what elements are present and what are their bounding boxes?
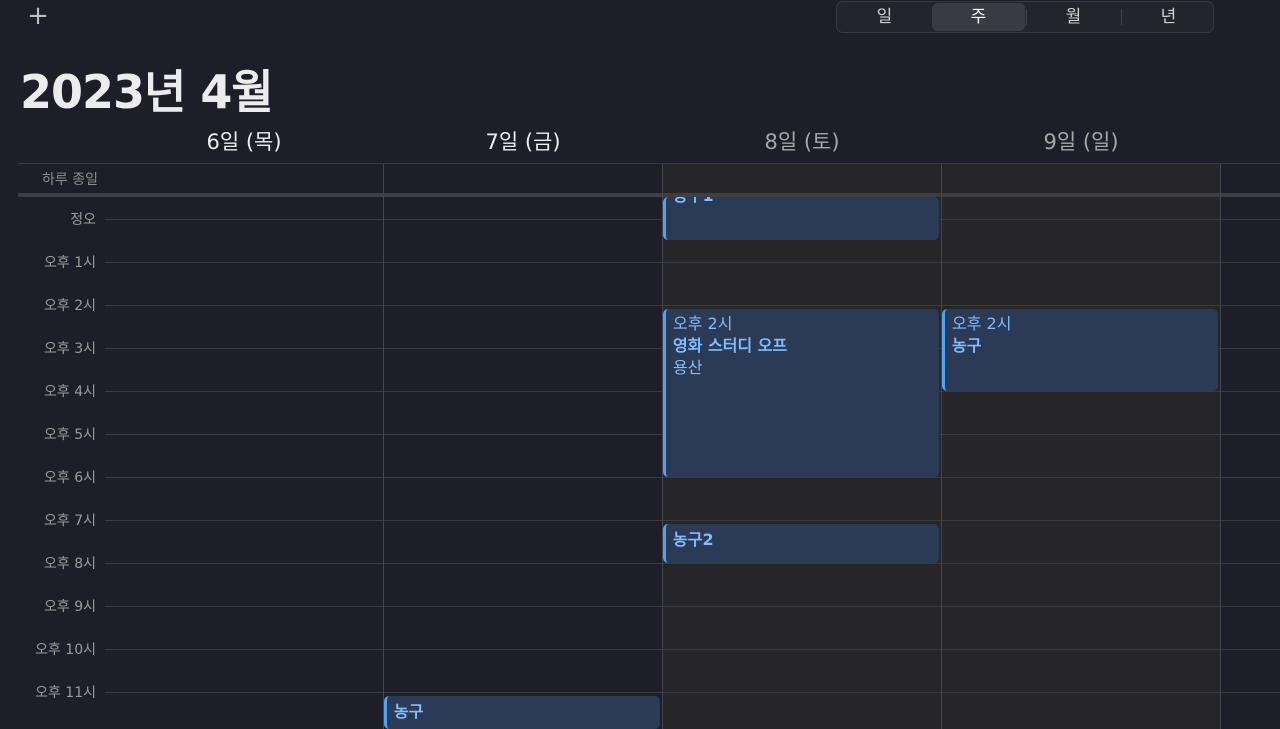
hour-line xyxy=(105,649,1280,650)
hour-line xyxy=(105,477,1280,478)
hour-line xyxy=(105,262,1280,263)
header-divider xyxy=(18,163,1280,164)
event-location: 용산 xyxy=(673,358,703,377)
hour-line xyxy=(105,563,1280,564)
hour-label: 오후 11시 xyxy=(35,685,96,701)
hour-label: 오후 8시 xyxy=(44,556,96,572)
hour-line xyxy=(105,305,1280,306)
event-title: 농구1 xyxy=(673,197,932,207)
all-day-divider xyxy=(18,193,1280,197)
tab-year[interactable]: 년 xyxy=(1122,3,1215,31)
event-time: 오후 2시 xyxy=(952,314,1012,333)
hour-label: 오후 7시 xyxy=(44,513,96,529)
day-divider xyxy=(941,164,942,729)
hour-label: 오후 1시 xyxy=(44,255,96,271)
event-title: 농구 xyxy=(952,336,982,355)
hour-label: 오후 5시 xyxy=(44,427,96,443)
day-header-fri[interactable]: 7일 (금) xyxy=(423,126,623,156)
hour-label: 오후 3시 xyxy=(44,341,96,357)
hour-label: 오후 9시 xyxy=(44,599,96,615)
hour-line xyxy=(105,520,1280,521)
day-header-thu[interactable]: 6일 (목) xyxy=(144,126,344,156)
hour-label: 오후 4시 xyxy=(44,384,96,400)
month-title: 2023년 4월 xyxy=(20,65,274,119)
event-basketball-1[interactable]: 농구1 xyxy=(663,197,939,240)
tab-month[interactable]: 월 xyxy=(1027,3,1120,31)
event-basketball-fri[interactable]: 농구 xyxy=(384,696,660,729)
tab-week[interactable]: 주 xyxy=(932,3,1025,31)
view-switcher: 일 주 월 년 xyxy=(836,1,1214,33)
day-header-sun[interactable]: 9일 (일) xyxy=(981,126,1181,156)
day-divider xyxy=(383,164,384,729)
event-title: 농구2 xyxy=(673,530,714,549)
hour-label: 오후 2시 xyxy=(44,298,96,314)
hour-label: 정오 xyxy=(70,212,96,228)
hour-line xyxy=(105,692,1280,693)
hour-label: 오후 10시 xyxy=(35,642,96,658)
all-day-label: 하루 종일 xyxy=(42,172,98,188)
event-title: 농구 xyxy=(394,702,424,721)
event-time: 오후 2시 xyxy=(673,314,733,333)
day-divider xyxy=(1220,164,1221,729)
hour-label: 오후 6시 xyxy=(44,470,96,486)
event-movie-study[interactable]: 오후 2시 영화 스터디 오프 용산 xyxy=(663,309,939,477)
day-header-sat[interactable]: 8일 (토) xyxy=(702,126,902,156)
hour-line xyxy=(105,606,1280,607)
event-title: 영화 스터디 오프 xyxy=(673,336,788,355)
add-event-button[interactable]: + xyxy=(26,2,50,30)
event-basketball-2[interactable]: 농구2 xyxy=(663,524,939,563)
event-basketball-sun[interactable]: 오후 2시 농구 xyxy=(942,309,1218,391)
tab-day[interactable]: 일 xyxy=(838,3,931,31)
